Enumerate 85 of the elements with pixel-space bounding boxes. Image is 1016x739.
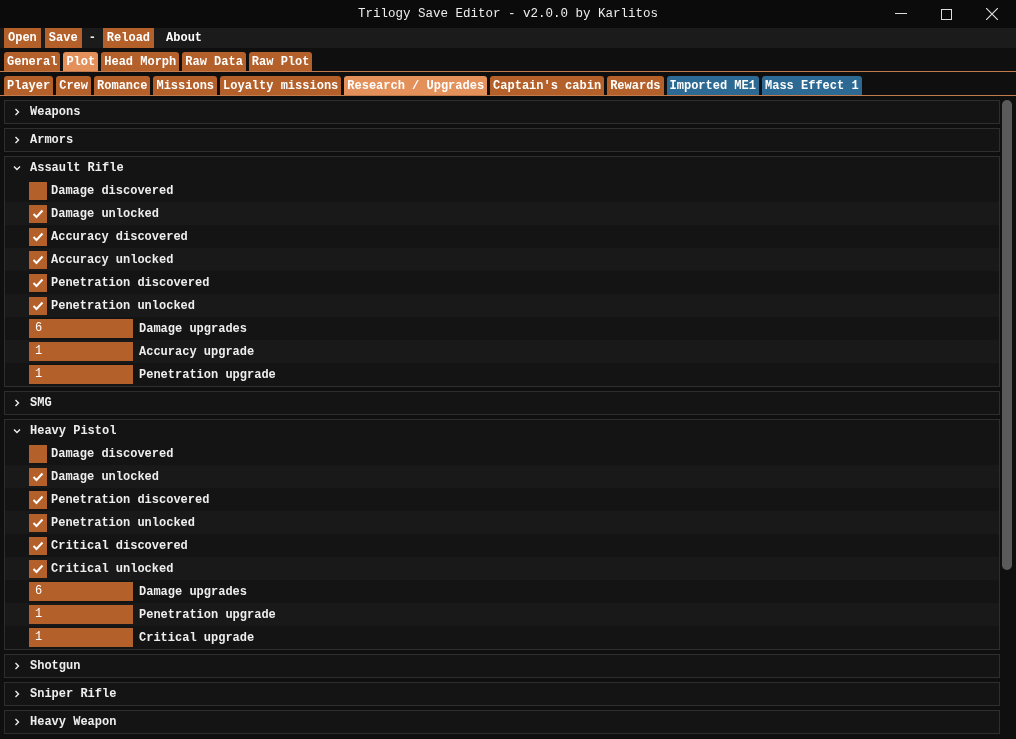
checkbox[interactable] <box>29 513 47 532</box>
chevron-down-icon <box>13 427 21 435</box>
section-title: SMG <box>30 396 52 410</box>
field-label: Critical upgrade <box>139 630 255 645</box>
section-header[interactable]: Assault Rifle <box>5 157 999 179</box>
tab[interactable]: Crew <box>56 76 92 95</box>
checkbox-label: Damage discovered <box>51 183 174 198</box>
section-title: Armors <box>30 133 74 147</box>
section-title: Shotgun <box>30 659 81 673</box>
checkbox-label: Critical discovered <box>51 538 188 553</box>
section-header[interactable]: SMG <box>5 392 999 414</box>
menu-button[interactable]: Save <box>44 28 82 48</box>
tab[interactable]: Rewards <box>607 76 664 95</box>
number-input[interactable]: 6 <box>29 319 133 338</box>
chevron-right-icon <box>13 662 21 670</box>
checkbox-label: Accuracy unlocked <box>51 252 174 267</box>
tab[interactable]: Research / Upgrades <box>344 76 488 95</box>
section-header[interactable]: Sniper Rifle <box>5 683 999 705</box>
section-header[interactable]: Heavy Weapon <box>5 711 999 733</box>
number-input[interactable]: 1 <box>29 365 133 384</box>
checkbox-label: Penetration unlocked <box>51 515 196 530</box>
tab[interactable]: Raw Plot <box>248 52 313 71</box>
tab[interactable]: Captain's cabin <box>490 76 605 95</box>
checkbox-label: Damage unlocked <box>51 469 160 484</box>
menu-button[interactable]: Reload <box>102 28 155 48</box>
close-icon[interactable] <box>986 8 998 20</box>
checkbox-label: Penetration discovered <box>51 492 210 507</box>
tab[interactable]: Plot <box>63 52 99 71</box>
field-label: Accuracy upgrade <box>139 344 255 359</box>
number-input[interactable]: 6 <box>29 582 133 601</box>
tab[interactable]: Mass Effect 1 <box>762 76 862 95</box>
window-title: Trilogy Save Editor - v2.0.0 by Karlitos <box>357 7 659 21</box>
checkbox[interactable] <box>29 536 47 555</box>
checkbox[interactable] <box>29 444 47 463</box>
chevron-right-icon <box>13 718 21 726</box>
checkbox[interactable] <box>29 204 47 223</box>
checkbox[interactable] <box>29 490 47 509</box>
checkbox-label: Critical unlocked <box>51 561 174 576</box>
tab[interactable]: Player <box>4 76 54 95</box>
checkbox[interactable] <box>29 181 47 200</box>
chevron-right-icon <box>13 108 21 116</box>
section-title: Sniper Rifle <box>30 687 117 701</box>
field-label: Damage upgrades <box>139 584 248 599</box>
checkbox[interactable] <box>29 250 47 269</box>
section-title: Weapons <box>30 105 81 119</box>
checkbox[interactable] <box>29 296 47 315</box>
checkbox[interactable] <box>29 467 47 486</box>
field-label: Damage upgrades <box>139 321 248 336</box>
tab[interactable]: Loyalty missions <box>220 76 342 95</box>
section-title: Heavy Weapon <box>30 715 117 729</box>
checkbox[interactable] <box>29 227 47 246</box>
tab[interactable]: Missions <box>153 76 218 95</box>
number-input[interactable]: 1 <box>29 605 133 624</box>
section-header[interactable]: Armors <box>5 129 999 151</box>
checkbox-label: Damage unlocked <box>51 206 160 221</box>
field-label: Penetration upgrade <box>139 607 276 622</box>
section-header[interactable]: Heavy Pistol <box>5 420 999 442</box>
chevron-down-icon <box>13 164 21 172</box>
scrollbar-thumb[interactable] <box>1002 100 1012 570</box>
checkbox-label: Penetration discovered <box>51 275 210 290</box>
tab[interactable]: Raw Data <box>182 52 246 71</box>
menu-item[interactable]: About <box>158 29 211 47</box>
section-header[interactable]: Shotgun <box>5 655 999 677</box>
tab[interactable]: Imported ME1 <box>666 76 759 95</box>
tab[interactable]: Romance <box>94 76 151 95</box>
section-header[interactable]: Weapons <box>5 101 999 123</box>
tab[interactable]: Head Morph <box>101 52 180 71</box>
checkbox[interactable] <box>29 273 47 292</box>
maximize-icon[interactable] <box>941 8 952 20</box>
checkbox[interactable] <box>29 559 47 578</box>
checkbox-label: Accuracy discovered <box>51 229 188 244</box>
minimize-icon[interactable] <box>895 13 907 15</box>
tab[interactable]: General <box>4 52 61 71</box>
number-input[interactable]: 1 <box>29 628 133 647</box>
menu-button[interactable]: Open <box>4 28 41 48</box>
number-input[interactable]: 1 <box>29 342 133 361</box>
chevron-right-icon <box>13 399 21 407</box>
chevron-right-icon <box>13 690 21 698</box>
section-title: Assault Rifle <box>30 161 124 175</box>
field-label: Penetration upgrade <box>139 367 276 382</box>
checkbox-label: Penetration unlocked <box>51 298 196 313</box>
section-title: Heavy Pistol <box>30 424 117 438</box>
checkbox-label: Damage discovered <box>51 446 174 461</box>
chevron-right-icon <box>13 136 21 144</box>
menu-separator-text: - <box>87 31 97 45</box>
